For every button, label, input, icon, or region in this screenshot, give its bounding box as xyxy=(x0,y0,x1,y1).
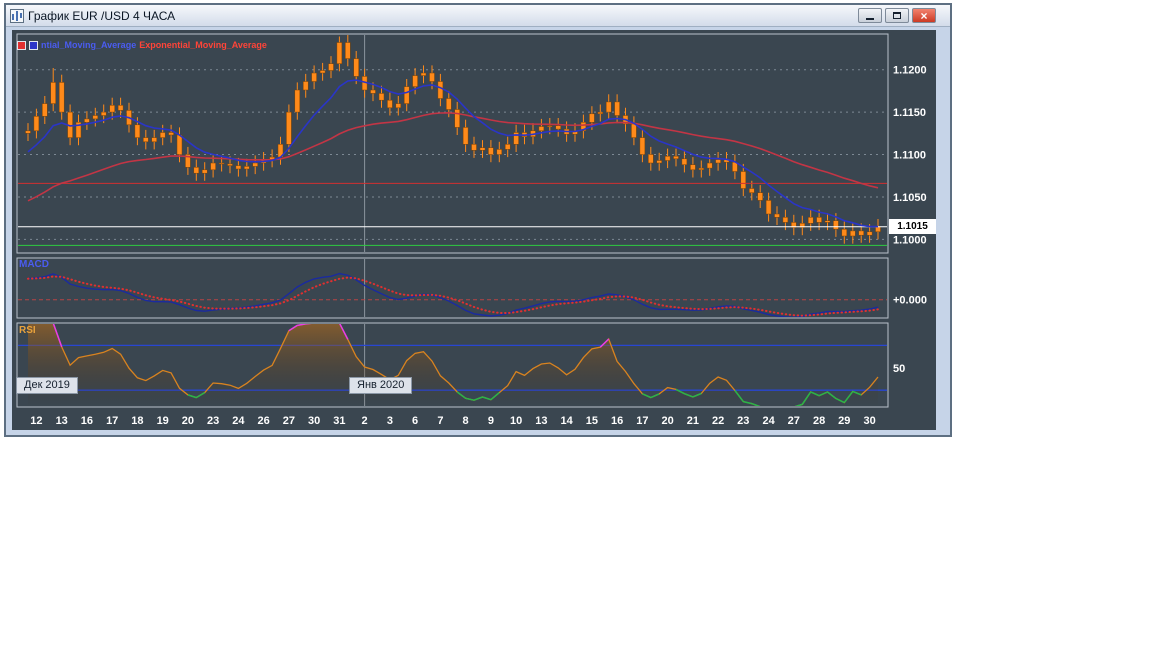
x-axis-label: 18 xyxy=(131,415,143,427)
macd-axis-label: +0.000 xyxy=(893,295,927,307)
x-axis-label: 9 xyxy=(488,415,494,427)
chart-window-icon xyxy=(10,8,24,23)
x-axis-label: 6 xyxy=(412,415,418,427)
maximize-icon xyxy=(893,12,901,19)
x-axis-label: 17 xyxy=(106,415,118,427)
x-axis-label: 8 xyxy=(463,415,469,427)
x-axis-label: 23 xyxy=(207,415,219,427)
panel-border xyxy=(16,33,889,254)
window-title: График EUR /USD 4 ЧАСА xyxy=(28,8,176,23)
x-axis-label: 26 xyxy=(257,415,269,427)
ema-slow-legend-swatch[interactable] xyxy=(17,40,26,50)
window-titlebar[interactable]: График EUR /USD 4 ЧАСА × xyxy=(6,5,950,27)
ema-slow-line xyxy=(27,111,879,202)
x-axis-label: 16 xyxy=(611,415,623,427)
close-button[interactable]: × xyxy=(912,8,936,23)
current-price-tag: 1.1015 xyxy=(889,218,936,234)
x-axis-label: 24 xyxy=(232,415,245,427)
price-axis-label: 1.1000 xyxy=(893,234,927,246)
x-axis-label: 13 xyxy=(535,415,547,427)
chart-window: График EUR /USD 4 ЧАСА × 1.1200 1.1150 1.1… xyxy=(4,3,952,437)
x-axis-label: 30 xyxy=(863,415,875,427)
maximize-button[interactable] xyxy=(885,8,909,23)
x-axis-label: 13 xyxy=(56,415,68,427)
x-axis-label: 20 xyxy=(661,415,673,427)
ema-fast-line xyxy=(27,79,878,228)
x-axis-label: 24 xyxy=(762,415,775,427)
month-badge-dec: Дек 2019 xyxy=(16,377,78,394)
rsi-axis-label: 50 xyxy=(893,363,905,375)
x-axis-label: 10 xyxy=(510,415,522,427)
minimize-button[interactable] xyxy=(858,8,882,23)
rsi-fill xyxy=(28,324,878,406)
macd-panel-label: MACD xyxy=(19,259,49,270)
x-axis-label: 27 xyxy=(283,415,295,427)
x-axis-label: 14 xyxy=(560,415,573,427)
x-axis-label: 16 xyxy=(81,415,93,427)
x-axis-label: 28 xyxy=(813,415,825,427)
chart-canvas[interactable]: 1.1200 1.1150 1.1100 1.1050 1.1000 +0.000 50 12… xyxy=(12,30,936,430)
minimize-icon xyxy=(866,17,874,20)
x-axis-label: 2 xyxy=(362,415,368,427)
x-axis-label: 22 xyxy=(712,415,724,427)
x-axis-label: 21 xyxy=(687,415,699,427)
month-badge-jan: Янв 2020 xyxy=(349,377,413,394)
x-axis-label: 30 xyxy=(308,415,320,427)
price-axis-label: 1.1150 xyxy=(893,107,926,119)
x-axis-label: 27 xyxy=(788,415,800,427)
chart-client-area[interactable]: 1.1200 1.1150 1.1100 1.1050 1.1000 +0.000 50 12… xyxy=(12,30,936,430)
price-axis-label: 1.1100 xyxy=(893,150,926,162)
x-axis-label: 3 xyxy=(387,415,393,427)
x-axis-label: 7 xyxy=(437,415,443,427)
macd-line xyxy=(27,272,879,317)
x-axis-label: 29 xyxy=(838,415,850,427)
close-icon: × xyxy=(920,8,928,23)
price-axis-label: 1.1050 xyxy=(893,192,927,204)
x-axis-label: 17 xyxy=(636,415,648,427)
ema-fast-legend-swatch[interactable] xyxy=(29,40,38,50)
x-axis-label: 23 xyxy=(737,415,749,427)
rsi-panel-label: RSI xyxy=(19,325,36,336)
x-axis-label: 15 xyxy=(586,415,598,427)
x-axis-label: 20 xyxy=(182,415,194,427)
x-axis-label: 12 xyxy=(30,415,42,427)
x-axis-label: 31 xyxy=(333,415,345,427)
candles-layer xyxy=(25,35,881,244)
x-axis-label: 19 xyxy=(157,415,169,427)
window-controls: × xyxy=(858,8,936,23)
price-axis-label: 1.1200 xyxy=(893,65,927,77)
